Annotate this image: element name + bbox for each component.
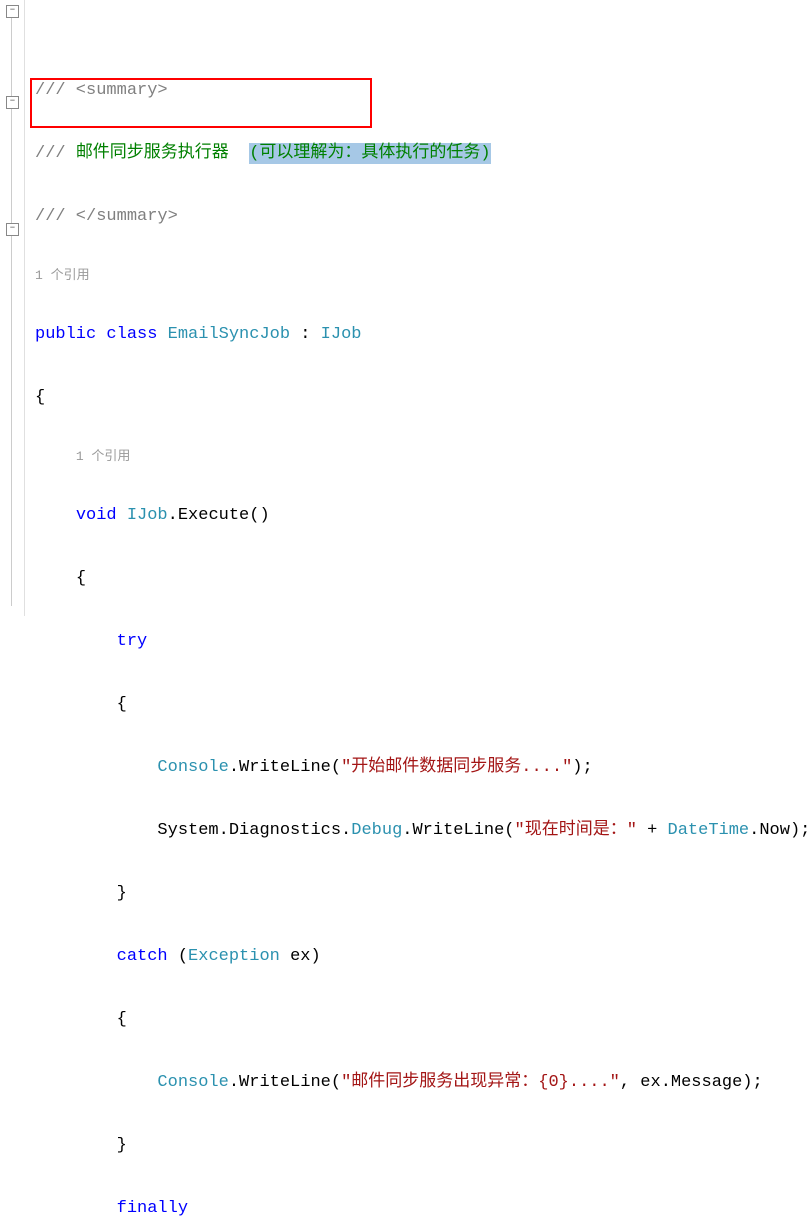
code-line: void IJob.Execute() [35, 503, 810, 528]
code-line: finally [35, 1196, 810, 1221]
code-line: { [35, 1007, 810, 1032]
codelens[interactable]: 1 个引用 [35, 448, 810, 465]
codelens[interactable]: 1 个引用 [35, 267, 810, 284]
code-area[interactable]: /// <summary> /// 邮件同步服务执行器 (可以理解为：具体执行的… [25, 0, 812, 616]
code-line: public class EmailSyncJob : IJob [35, 322, 810, 347]
fold-toggle[interactable]: − [6, 223, 19, 236]
code-line: catch (Exception ex) [35, 944, 810, 969]
code-line: System.Diagnostics.Debug.WriteLine("现在时间… [35, 818, 810, 843]
code-line: { [35, 566, 810, 591]
code-line: { [35, 385, 810, 410]
gutter: − − − [0, 0, 25, 616]
code-line: /// </summary> [35, 204, 810, 229]
code-line: { [35, 692, 810, 717]
code-editor[interactable]: − − − /// <summary> /// 邮件同步服务执行器 (可以理解为… [0, 0, 812, 616]
code-line: Console.WriteLine("开始邮件数据同步服务...."); [35, 755, 810, 780]
code-line: /// <summary> [35, 78, 810, 103]
code-line: } [35, 881, 810, 906]
code-line: /// 邮件同步服务执行器 (可以理解为：具体执行的任务) [35, 141, 810, 166]
code-line: Console.WriteLine("邮件同步服务出现异常：{0}....", … [35, 1070, 810, 1095]
code-line: } [35, 1133, 810, 1158]
fold-toggle[interactable]: − [6, 5, 19, 18]
fold-toggle[interactable]: − [6, 96, 19, 109]
code-line: try [35, 629, 810, 654]
